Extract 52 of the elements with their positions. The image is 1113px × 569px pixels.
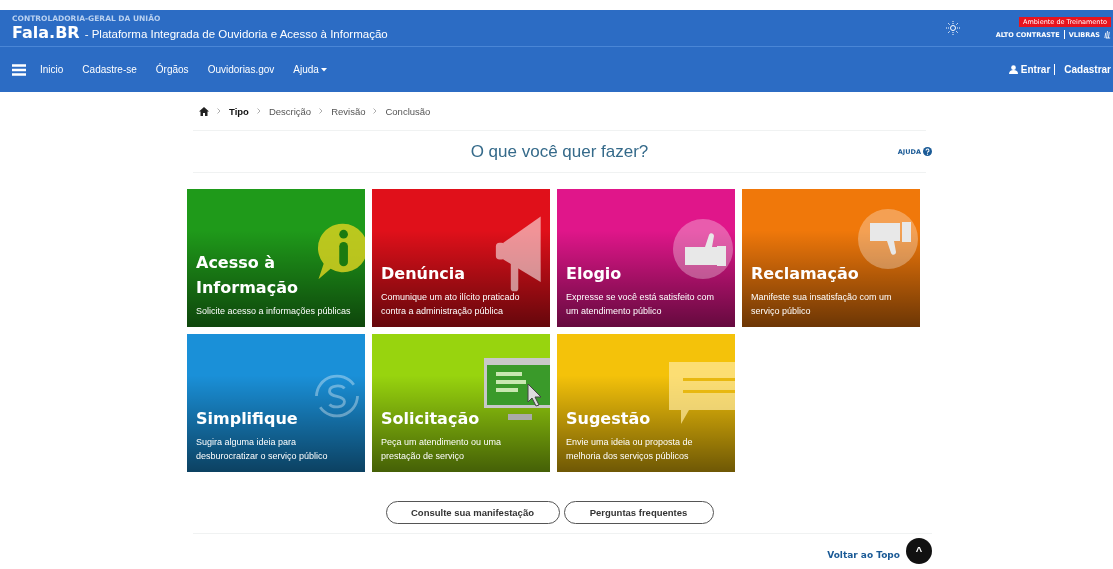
page-heading: O que você quer fazer? <box>470 141 649 162</box>
card-description: Sugira alguma ideia para desburocratizar o serviço público <box>196 436 329 463</box>
card-title: Simplifique <box>196 408 299 431</box>
login-link[interactable]: Entrar <box>1020 64 1051 75</box>
card-title: Reclamação <box>751 263 860 286</box>
card-title: Acesso à Informação <box>196 251 299 299</box>
card-description: Comunique um ato ilícito praticado contra a administração pública <box>381 291 521 318</box>
nav-link[interactable]: Inicio <box>40 64 64 75</box>
back-to-top-link[interactable]: Voltar ao Topo <box>827 550 900 560</box>
nav-link[interactable]: Ouvidorias.gov <box>207 64 275 75</box>
help-icon[interactable] <box>923 147 932 156</box>
card-title: Elogio <box>566 263 623 286</box>
nav-link[interactable]: Ajuda <box>293 64 327 75</box>
option-card[interactable]: Denúncia Comunique um ato ilícito praticado contra a administração pública <box>372 189 550 327</box>
sun-icon[interactable] <box>945 21 960 35</box>
card-description: Manifeste sua insatisfação com um serviço público <box>751 291 893 318</box>
option-card[interactable]: Sugestão Envie uma ideia ou proposta de melhoria dos serviços públicos <box>557 334 735 472</box>
chevron-icon <box>319 108 324 114</box>
card-title: Sugestão <box>566 408 652 431</box>
menu-icon[interactable] <box>12 63 26 76</box>
brand-link[interactable]: Fala.BR <box>12 23 80 42</box>
register-link[interactable]: Cadastrar <box>1064 64 1111 75</box>
card-description: Envie uma ideia ou proposta de melhoria dos serviços públicos <box>566 436 694 463</box>
card-description: Expresse se você está satisfeito com um atendimento público <box>566 291 716 318</box>
option-card[interactable]: Reclamação Manifeste sua insatisfação com um serviço público <box>742 189 920 327</box>
outline-button[interactable]: Perguntas frequentes <box>563 501 714 524</box>
card-title: Denúncia <box>381 263 467 286</box>
breadcrumb-step[interactable]: Descrição <box>268 105 312 117</box>
breadcrumb-step[interactable]: Revisão <box>331 105 366 117</box>
option-card[interactable]: Solicitação Peça um atendimento ou uma prestação de serviço <box>372 334 550 472</box>
outline-button[interactable]: Consulte sua manifestação <box>385 501 560 524</box>
scroll-top-button[interactable]: ^ <box>906 538 932 564</box>
site-subtitle: - Plataforma Integrada de Ouvidoria e Acesso à Informação <box>84 28 388 40</box>
option-card[interactable]: Elogio Expresse se você está satisfeito com um atendimento público <box>557 189 735 327</box>
breadcrumb-step[interactable]: Tipo <box>229 105 249 117</box>
thumbs-down-icon <box>858 209 918 269</box>
chevron-icon <box>373 108 378 114</box>
nav-link[interactable]: Órgãos <box>155 64 189 75</box>
card-description: Solicite acesso a informações públicas <box>196 304 352 318</box>
chevron-icon <box>256 108 261 114</box>
user-icon[interactable] <box>1008 65 1018 74</box>
option-card[interactable]: Simplifique Sugira alguma ideia para desburocratizar o serviço público <box>187 334 365 472</box>
option-card[interactable]: Acesso à Informação Solicite acesso a informações públicas <box>187 189 365 327</box>
breadcrumb-step[interactable]: Conclusão <box>385 105 431 117</box>
chevron-icon <box>217 108 221 114</box>
caret-icon <box>320 68 327 73</box>
nav-link[interactable]: Cadastre-se <box>82 64 137 75</box>
thumbs-up-icon <box>673 219 733 279</box>
home-icon[interactable] <box>199 106 209 116</box>
card-description: Peça um atendimento ou uma prestação de serviço <box>381 436 503 463</box>
hand-icon[interactable] <box>1104 30 1111 39</box>
card-title: Solicitação <box>381 408 481 431</box>
